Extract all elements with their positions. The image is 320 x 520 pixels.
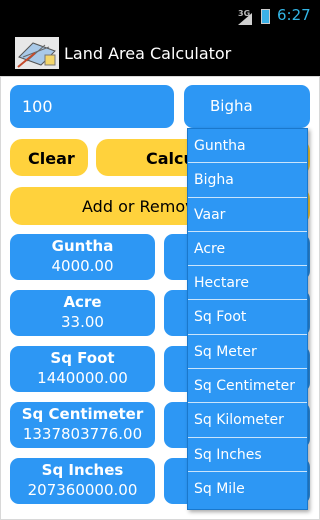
result-unit-name: Guntha [51,237,114,255]
dropdown-option-sq-kilometer[interactable]: Sq Kilometer [188,403,307,438]
dropdown-option-vaar[interactable]: Vaar [188,198,307,232]
status-bar: 3G 6:27 [0,0,320,30]
dropdown-option-sq-meter[interactable]: Sq Meter [188,335,307,370]
dropdown-option-sq-mile[interactable]: Sq Mile [188,472,307,506]
dropdown-option-sq-centimeter[interactable]: Sq Centimeter [188,369,307,404]
result-card-guntha: Guntha 4000.00 [10,234,155,280]
result-card-sq-foot: Sq Foot 1440000.00 [10,346,155,392]
app-logo-icon [15,37,59,69]
result-unit-name: Acre [63,293,102,311]
app-title: Land Area Calculator [64,44,232,63]
result-value: 1440000.00 [37,369,128,387]
result-card-sq-inches: Sq Inches 207360000.00 [10,458,155,504]
status-time: 6:27 [277,6,311,24]
dropdown-option-guntha[interactable]: Guntha [188,129,307,164]
unit-select[interactable]: Bigha [184,85,310,128]
result-value: 207360000.00 [27,481,138,499]
action-bar: Land Area Calculator [0,30,320,76]
result-card-sq-centimeter: Sq Centimeter 1337803776.00 [10,402,155,448]
dropdown-option-sq-foot[interactable]: Sq Foot [188,300,307,335]
result-value: 4000.00 [51,257,114,275]
dropdown-option-sq-inches[interactable]: Sq Inches [188,438,307,472]
result-card-acre: Acre 33.00 [10,290,155,336]
signal-icon [238,13,252,25]
result-value: 1337803776.00 [22,425,143,443]
result-unit-name: Sq Centimeter [21,405,144,423]
dropdown-option-hectare[interactable]: Hectare [188,266,307,301]
result-unit-name: Sq Foot [50,349,115,367]
result-value: 33.00 [61,313,104,331]
area-value-input[interactable]: 100 [10,85,174,128]
battery-icon [261,9,270,24]
dropdown-option-acre[interactable]: Acre [188,232,307,267]
dropdown-option-bigha[interactable]: Bigha [188,163,307,198]
result-unit-name: Sq Inches [41,461,124,479]
clear-button[interactable]: Clear [10,139,88,176]
unit-dropdown-menu: Guntha Bigha Vaar Acre Hectare Sq Foot S… [187,128,308,510]
